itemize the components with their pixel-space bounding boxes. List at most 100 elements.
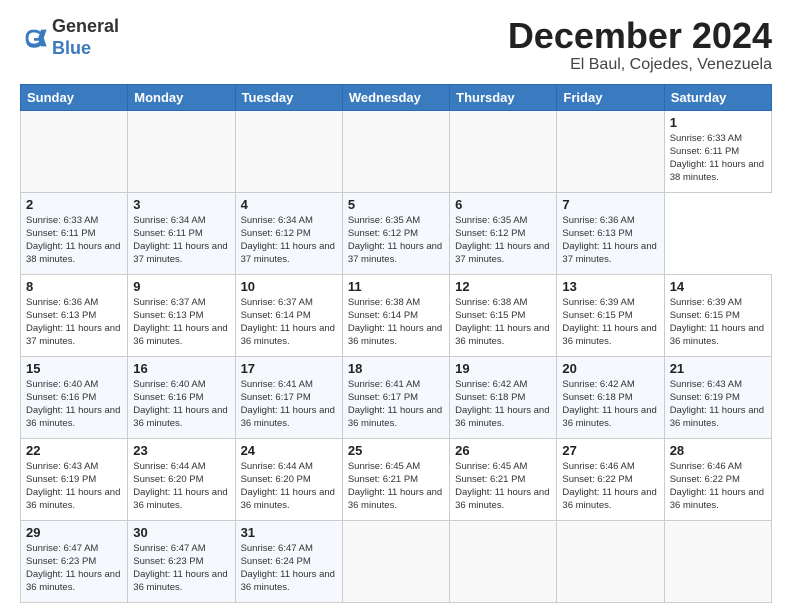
day-number: 25 — [348, 443, 444, 458]
calendar-cell — [21, 110, 128, 192]
day-info: Sunrise: 6:42 AMSunset: 6:18 PMDaylight:… — [562, 378, 658, 431]
day-info: Sunrise: 6:33 AMSunset: 6:11 PMDaylight:… — [26, 214, 122, 267]
day-number: 6 — [455, 197, 551, 212]
day-number: 4 — [241, 197, 337, 212]
calendar-cell — [342, 110, 449, 192]
day-info: Sunrise: 6:34 AMSunset: 6:12 PMDaylight:… — [241, 214, 337, 267]
logo: General Blue — [20, 16, 119, 59]
logo-blue: Blue — [52, 38, 91, 58]
day-number: 10 — [241, 279, 337, 294]
day-info: Sunrise: 6:40 AMSunset: 6:16 PMDaylight:… — [133, 378, 229, 431]
calendar-cell: 15 Sunrise: 6:40 AMSunset: 6:16 PMDayligh… — [21, 356, 128, 438]
col-header-monday: Monday — [128, 84, 235, 110]
week-row-4: 15 Sunrise: 6:40 AMSunset: 6:16 PMDayligh… — [21, 356, 772, 438]
header: General Blue December 2024 El Baul, Coje… — [20, 16, 772, 74]
logo-text: General Blue — [52, 16, 119, 59]
week-row-6: 29Sunrise: 6:47 AMSunset: 6:23 PMDayligh… — [21, 520, 772, 602]
week-row-1: 1Sunrise: 6:33 AMSunset: 6:11 PMDaylight… — [21, 110, 772, 192]
day-number: 8 — [26, 279, 122, 294]
logo-icon — [20, 24, 48, 52]
day-info: Sunrise: 6:38 AMSunset: 6:15 PMDaylight:… — [455, 296, 551, 349]
page: General Blue December 2024 El Baul, Coje… — [0, 0, 792, 612]
day-number: 9 — [133, 279, 229, 294]
day-info: Sunrise: 6:35 AMSunset: 6:12 PMDaylight:… — [455, 214, 551, 267]
day-number: 23 — [133, 443, 229, 458]
day-info: Sunrise: 6:35 AMSunset: 6:12 PMDaylight:… — [348, 214, 444, 267]
calendar-cell: 27 Sunrise: 6:46 AMSunset: 6:22 PMDayligh… — [557, 438, 664, 520]
col-header-tuesday: Tuesday — [235, 84, 342, 110]
day-number: 13 — [562, 279, 658, 294]
day-number: 30 — [133, 525, 229, 540]
calendar-cell: 23Sunrise: 6:44 AMSunset: 6:20 PMDayligh… — [128, 438, 235, 520]
day-info: Sunrise: 6:45 AMSunset: 6:21 PMDaylight:… — [348, 460, 444, 513]
day-number: 27 — [562, 443, 658, 458]
week-row-3: 8Sunrise: 6:36 AMSunset: 6:13 PMDaylight… — [21, 274, 772, 356]
day-info: Sunrise: 6:45 AMSunset: 6:21 PMDaylight:… — [455, 460, 551, 513]
calendar-cell: 28Sunrise: 6:46 AMSunset: 6:22 PMDayligh… — [664, 438, 771, 520]
day-number: 19 — [455, 361, 551, 376]
col-header-friday: Friday — [557, 84, 664, 110]
day-info: Sunrise: 6:34 AMSunset: 6:11 PMDaylight:… — [133, 214, 229, 267]
day-info: Sunrise: 6:47 AMSunset: 6:23 PMDaylight:… — [133, 542, 229, 595]
day-number: 14 — [670, 279, 766, 294]
calendar-cell: 11Sunrise: 6:38 AMSunset: 6:14 PMDayligh… — [342, 274, 449, 356]
calendar-cell: 24Sunrise: 6:44 AMSunset: 6:20 PMDayligh… — [235, 438, 342, 520]
day-info: Sunrise: 6:47 AMSunset: 6:23 PMDaylight:… — [26, 542, 122, 595]
calendar-cell: 10Sunrise: 6:37 AMSunset: 6:14 PMDayligh… — [235, 274, 342, 356]
calendar-cell: 31Sunrise: 6:47 AMSunset: 6:24 PMDayligh… — [235, 520, 342, 602]
calendar-cell: 9 Sunrise: 6:37 AMSunset: 6:13 PMDaylight… — [128, 274, 235, 356]
day-number: 16 — [133, 361, 229, 376]
day-info: Sunrise: 6:40 AMSunset: 6:16 PMDaylight:… — [26, 378, 122, 431]
calendar-cell — [664, 520, 771, 602]
day-number: 15 — [26, 361, 122, 376]
calendar-cell: 21Sunrise: 6:43 AMSunset: 6:19 PMDayligh… — [664, 356, 771, 438]
col-header-sunday: Sunday — [21, 84, 128, 110]
calendar-cell — [342, 520, 449, 602]
calendar-cell — [450, 110, 557, 192]
calendar-cell: 18 Sunrise: 6:41 AMSunset: 6:17 PMDayligh… — [342, 356, 449, 438]
day-number: 12 — [455, 279, 551, 294]
calendar-cell: 19 Sunrise: 6:42 AMSunset: 6:18 PMDayligh… — [450, 356, 557, 438]
day-info: Sunrise: 6:36 AMSunset: 6:13 PMDaylight:… — [562, 214, 658, 267]
day-number: 22 — [26, 443, 122, 458]
day-number: 18 — [348, 361, 444, 376]
day-info: Sunrise: 6:41 AMSunset: 6:17 PMDaylight:… — [348, 378, 444, 431]
calendar-cell: 5 Sunrise: 6:35 AMSunset: 6:12 PMDaylight… — [342, 192, 449, 274]
day-number: 26 — [455, 443, 551, 458]
day-info: Sunrise: 6:38 AMSunset: 6:14 PMDaylight:… — [348, 296, 444, 349]
week-row-5: 22 Sunrise: 6:43 AMSunset: 6:19 PMDayligh… — [21, 438, 772, 520]
day-info: Sunrise: 6:46 AMSunset: 6:22 PMDaylight:… — [562, 460, 658, 513]
day-number: 21 — [670, 361, 766, 376]
calendar-cell: 14Sunrise: 6:39 AMSunset: 6:15 PMDayligh… — [664, 274, 771, 356]
day-number: 1 — [670, 115, 766, 130]
calendar-cell: 22 Sunrise: 6:43 AMSunset: 6:19 PMDayligh… — [21, 438, 128, 520]
location: El Baul, Cojedes, Venezuela — [508, 56, 772, 74]
day-info: Sunrise: 6:37 AMSunset: 6:13 PMDaylight:… — [133, 296, 229, 349]
calendar-cell: 20 Sunrise: 6:42 AMSunset: 6:18 PMDayligh… — [557, 356, 664, 438]
month-title: December 2024 — [508, 16, 772, 56]
calendar-cell: 12 Sunrise: 6:38 AMSunset: 6:15 PMDayligh… — [450, 274, 557, 356]
day-info: Sunrise: 6:41 AMSunset: 6:17 PMDaylight:… — [241, 378, 337, 431]
calendar-cell: 30 Sunrise: 6:47 AMSunset: 6:23 PMDayligh… — [128, 520, 235, 602]
calendar-cell: 3Sunrise: 6:34 AMSunset: 6:11 PMDaylight… — [128, 192, 235, 274]
day-number: 20 — [562, 361, 658, 376]
col-header-thursday: Thursday — [450, 84, 557, 110]
day-info: Sunrise: 6:43 AMSunset: 6:19 PMDaylight:… — [26, 460, 122, 513]
col-header-saturday: Saturday — [664, 84, 771, 110]
day-number: 17 — [241, 361, 337, 376]
calendar-table: SundayMondayTuesdayWednesdayThursdayFrid… — [20, 84, 772, 603]
calendar-cell — [235, 110, 342, 192]
day-info: Sunrise: 6:42 AMSunset: 6:18 PMDaylight:… — [455, 378, 551, 431]
calendar-header-row: SundayMondayTuesdayWednesdayThursdayFrid… — [21, 84, 772, 110]
title-area: December 2024 El Baul, Cojedes, Venezuel… — [508, 16, 772, 74]
calendar-cell: 1Sunrise: 6:33 AMSunset: 6:11 PMDaylight… — [664, 110, 771, 192]
calendar-cell: 13Sunrise: 6:39 AMSunset: 6:15 PMDayligh… — [557, 274, 664, 356]
calendar-cell: 7Sunrise: 6:36 AMSunset: 6:13 PMDaylight… — [557, 192, 664, 274]
calendar-cell: 2Sunrise: 6:33 AMSunset: 6:11 PMDaylight… — [21, 192, 128, 274]
calendar-cell — [128, 110, 235, 192]
day-number: 28 — [670, 443, 766, 458]
calendar-cell: 29Sunrise: 6:47 AMSunset: 6:23 PMDayligh… — [21, 520, 128, 602]
calendar-cell: 17 Sunrise: 6:41 AMSunset: 6:17 PMDayligh… — [235, 356, 342, 438]
day-number: 5 — [348, 197, 444, 212]
calendar-cell: 26 Sunrise: 6:45 AMSunset: 6:21 PMDayligh… — [450, 438, 557, 520]
